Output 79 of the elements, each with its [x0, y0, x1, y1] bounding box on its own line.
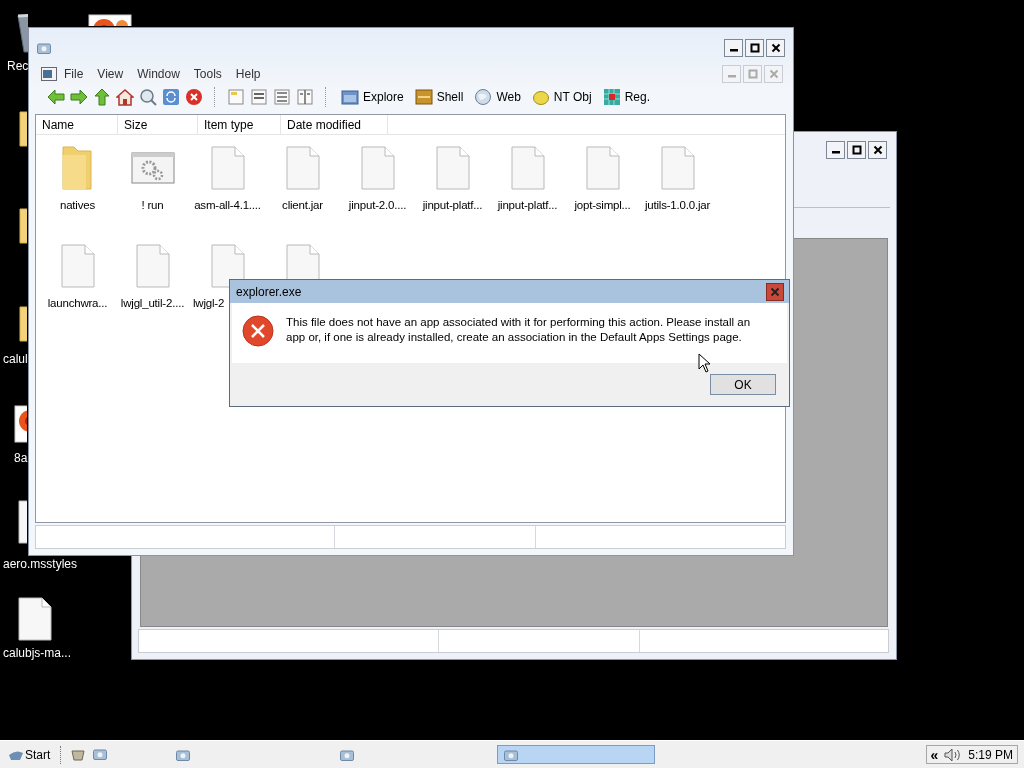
menu-item[interactable]: Window: [130, 67, 187, 81]
menu-item[interactable]: View: [90, 67, 131, 81]
maximize-icon: [851, 145, 862, 155]
file-icon[interactable]: [18, 597, 54, 643]
search-icon[interactable]: [139, 88, 157, 106]
globe-icon[interactable]: [474, 88, 493, 106]
maximize-button[interactable]: [745, 39, 764, 57]
file-name[interactable]: jinput-platf...: [497, 199, 558, 211]
view-icon[interactable]: [296, 88, 314, 106]
error-message: This file does not have an app associated with it for performing this action. Please install an app or, if one is already installed, create an association in the Default Apps Settings page.: [286, 315, 752, 345]
toolbar-button[interactable]: Web: [471, 88, 524, 106]
close-button[interactable]: [766, 39, 785, 57]
dialog-title: explorer.exe: [236, 284, 302, 299]
close-button[interactable]: [766, 282, 784, 301]
column-header[interactable]: Name: [36, 115, 118, 134]
file-name[interactable]: lwjgl_util-2....: [120, 297, 185, 309]
minimize-button[interactable]: [724, 39, 743, 57]
refresh-icon[interactable]: [162, 88, 180, 106]
maximize-button[interactable]: [847, 141, 866, 159]
expand-tray-button[interactable]: «: [930, 746, 939, 763]
window-menu-icon[interactable]: [41, 67, 57, 81]
image-file-icon[interactable]: [14, 405, 27, 443]
file-name[interactable]: ! run: [141, 199, 164, 211]
desktop-icon-label: calul: [3, 352, 28, 366]
column-header[interactable]: Date modified: [281, 115, 388, 134]
terminal-icon[interactable]: [414, 88, 433, 106]
app-icon: [37, 42, 51, 54]
up-arrow-icon[interactable]: [93, 88, 111, 106]
minimize-button[interactable]: [826, 141, 845, 159]
ok-button[interactable]: OK: [710, 374, 776, 395]
menu-item[interactable]: File: [57, 67, 91, 81]
toolbar-button[interactable]: Reg.: [599, 88, 653, 106]
close-icon: [770, 286, 780, 297]
toolbar-button[interactable]: Explore: [338, 88, 407, 106]
file-name[interactable]: launchwra...: [47, 297, 108, 309]
desktop-icon-label: calubjs-ma...: [3, 646, 72, 660]
file-name[interactable]: asm-all-4.1....: [194, 199, 261, 211]
clock[interactable]: 5:19 PM: [968, 747, 1013, 762]
object-icon[interactable]: [531, 88, 550, 106]
start-button[interactable]: Start: [6, 744, 53, 765]
desktop-icon-label: Rec: [7, 59, 29, 73]
forward-arrow-icon[interactable]: [70, 88, 88, 106]
column-header[interactable]: Size: [118, 115, 198, 134]
close-icon: [768, 69, 779, 79]
toolbar-button[interactable]: Shell: [411, 88, 467, 106]
file-name[interactable]: natives: [59, 199, 95, 211]
file-name[interactable]: jinput-2.0....: [348, 199, 407, 211]
view-icon[interactable]: [250, 88, 268, 106]
stop-icon[interactable]: [185, 88, 203, 106]
column-header[interactable]: Item type: [198, 115, 281, 134]
desktop-icon-label: aero.msstyles: [3, 557, 78, 571]
menu-item[interactable]: Help: [228, 67, 268, 81]
app-icon: [340, 748, 355, 761]
application-icon[interactable]: [130, 150, 175, 186]
desktop-icon-label: 8a: [14, 451, 28, 465]
maximize-icon: [747, 69, 758, 79]
close-icon: [770, 43, 781, 53]
volume-icon[interactable]: [944, 747, 963, 762]
file-name[interactable]: jutils-1.0.0.jar: [644, 199, 711, 211]
file-name[interactable]: jopt-simpl...: [574, 199, 631, 211]
start-icon: [8, 748, 24, 761]
view-icon[interactable]: [273, 88, 291, 106]
app-icon: [504, 748, 519, 761]
show-desktop-icon[interactable]: [71, 747, 86, 762]
close-button[interactable]: [868, 141, 887, 159]
file-name[interactable]: client.jar: [282, 199, 323, 211]
maximize-icon: [749, 43, 760, 53]
home-icon[interactable]: [116, 88, 134, 106]
back-arrow-icon[interactable]: [47, 88, 65, 106]
folder-window-icon[interactable]: [341, 88, 359, 106]
file-name[interactable]: jinput-platf...: [422, 199, 483, 211]
menu-item[interactable]: Tools: [186, 67, 229, 81]
app-icon[interactable]: [93, 747, 108, 760]
file-name[interactable]: lwjgl-2: [190, 297, 225, 309]
toolbar-button[interactable]: NT Obj: [528, 88, 595, 106]
app-icon: [176, 748, 191, 761]
error-icon: [242, 315, 274, 347]
close-icon: [872, 145, 883, 155]
registry-icon[interactable]: [602, 88, 621, 106]
